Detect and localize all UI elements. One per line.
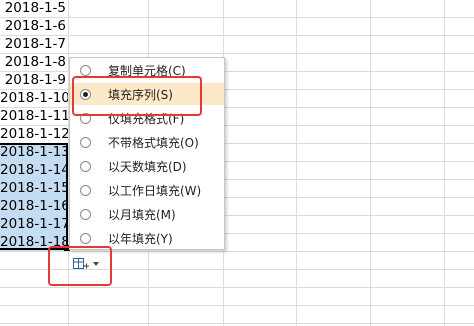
menu-item-fill-without-formatting[interactable]: 不带格式填充(O) xyxy=(70,131,224,153)
gridline xyxy=(0,17,474,18)
radio-icon[interactable] xyxy=(80,136,91,148)
autofill-options-button[interactable] xyxy=(67,254,103,274)
gridline xyxy=(370,0,371,326)
selection-border xyxy=(0,143,68,250)
radio-icon[interactable] xyxy=(80,64,91,76)
gridline xyxy=(444,0,445,326)
date-cell[interactable]: 2018-1-10 xyxy=(0,89,68,107)
gridline xyxy=(0,323,474,324)
autofill-options-icon xyxy=(73,258,89,269)
date-cell[interactable]: 2018-1-9 xyxy=(0,71,68,89)
chevron-down-icon xyxy=(93,262,99,266)
radio-icon[interactable] xyxy=(80,184,91,196)
gridline xyxy=(0,35,474,36)
menu-item-label: 以年填充(Y) xyxy=(108,231,173,246)
gridline xyxy=(0,53,474,54)
date-cell[interactable]: 2018-1-6 xyxy=(0,17,68,35)
date-cell[interactable]: 2018-1-11 xyxy=(0,107,68,125)
gridline xyxy=(0,287,474,288)
date-cell[interactable]: 2018-1-5 xyxy=(0,0,68,17)
menu-item-label: 以月填充(M) xyxy=(108,207,176,222)
menu-item-fill-days[interactable]: 以天数填充(D) xyxy=(70,155,224,177)
menu-item-label: 以天数填充(D) xyxy=(108,159,187,174)
highlight-box-fill-series xyxy=(72,76,202,116)
gridline xyxy=(296,0,297,326)
menu-item-label: 以工作日填充(W) xyxy=(108,183,202,198)
radio-icon[interactable] xyxy=(80,208,91,220)
date-cell[interactable]: 2018-1-12 xyxy=(0,125,68,143)
gridline xyxy=(0,305,474,306)
radio-icon[interactable] xyxy=(80,232,91,244)
menu-item-label: 不带格式填充(O) xyxy=(108,135,199,150)
menu-item-fill-weekdays[interactable]: 以工作日填充(W) xyxy=(70,179,224,201)
radio-icon[interactable] xyxy=(80,160,91,172)
date-cell[interactable]: 2018-1-7 xyxy=(0,35,68,53)
menu-item-fill-months[interactable]: 以月填充(M) xyxy=(70,203,224,225)
date-cell[interactable]: 2018-1-8 xyxy=(0,53,68,71)
